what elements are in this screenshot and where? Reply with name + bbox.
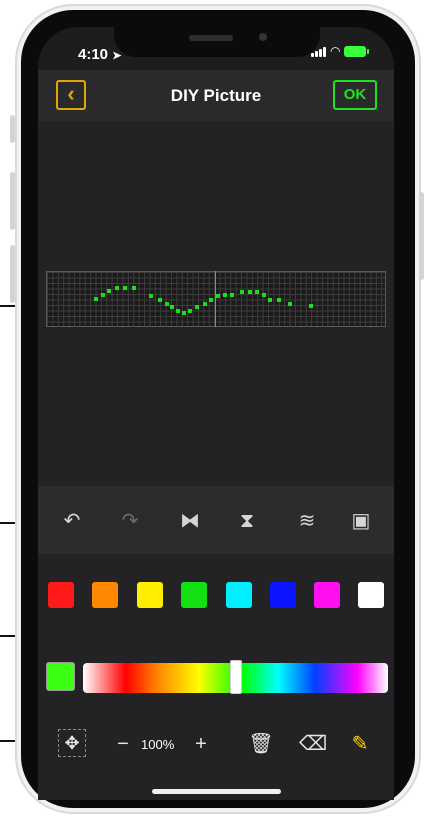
pixel-dot: [240, 290, 244, 294]
color-swatch[interactable]: [48, 582, 74, 608]
pixel-dot: [268, 298, 272, 302]
pixel-dot: [165, 302, 169, 306]
redo-icon: ↷: [121, 510, 139, 532]
pixel-dot: [255, 290, 259, 294]
page-title: DIY Picture: [170, 86, 262, 105]
grid-center-divider: [215, 271, 216, 327]
redo-button[interactable]: ↷: [117, 508, 143, 534]
pencil-icon: ✎: [351, 733, 369, 755]
location-arrow-icon: ➤: [112, 50, 122, 62]
pixel-dot: [115, 286, 119, 290]
pixel-dot: [188, 309, 192, 313]
pixel-dot: [195, 305, 199, 309]
pixel-dot: [182, 311, 186, 315]
color-swatch[interactable]: [226, 582, 252, 608]
color-swatch[interactable]: [358, 582, 384, 608]
phone-notch: [114, 25, 320, 57]
pixel-dot: [158, 298, 162, 302]
status-icons: ◠: [311, 44, 370, 58]
pixel-dot: [176, 309, 180, 313]
pixel-dot: [262, 293, 266, 297]
zoom-level: 100%: [141, 737, 175, 752]
undo-button[interactable]: ↶: [59, 508, 85, 534]
image-import-button[interactable]: ▣: [348, 508, 374, 534]
move-tool-button[interactable]: ✥: [58, 729, 86, 757]
phone-volume-up-button: [10, 172, 15, 230]
flip-horizontal-icon: ⧓: [180, 510, 200, 532]
delete-button[interactable]: 🗑: [248, 731, 274, 757]
color-swatch[interactable]: [137, 582, 163, 608]
color-swatch[interactable]: [92, 582, 118, 608]
pixel-dot: [123, 286, 127, 290]
pixel-dot: [216, 294, 220, 298]
layers-button[interactable]: ≋: [294, 508, 320, 534]
pixel-dot: [209, 298, 213, 302]
undo-icon: ↶: [63, 510, 81, 532]
image-import-icon: ▣: [351, 510, 371, 532]
trash-icon: 🗑: [248, 733, 274, 755]
hue-slider-thumb[interactable]: [229, 660, 242, 694]
wifi-icon: ◠: [330, 44, 341, 58]
zoom-in-button[interactable]: +: [188, 731, 214, 757]
pixel-dot: [107, 289, 111, 293]
ok-button[interactable]: OK: [333, 80, 377, 110]
pixel-dot: [203, 302, 207, 306]
battery-charging-icon: [344, 45, 370, 57]
phone-silent-switch: [10, 115, 15, 143]
pixel-dot: [149, 294, 153, 298]
pixel-dot: [94, 297, 98, 301]
pixel-dot: [309, 304, 313, 308]
cellular-signal-icon: [311, 46, 326, 57]
status-time: 4:10 ➤: [78, 46, 122, 63]
back-button[interactable]: ‹: [56, 80, 86, 110]
phone-power-button: [419, 192, 424, 280]
move-arrows-icon: ✥: [64, 733, 80, 753]
pixel-dot: [230, 293, 234, 297]
front-camera: [259, 33, 267, 41]
pixel-dot: [170, 305, 174, 309]
flip-vertical-button[interactable]: ⧗: [234, 508, 260, 534]
pixel-dot: [132, 286, 136, 290]
color-swatch[interactable]: [314, 582, 340, 608]
pencil-button[interactable]: ✎: [347, 731, 373, 757]
color-swatch[interactable]: [270, 582, 296, 608]
eraser-icon: ⌫: [299, 733, 328, 755]
zoom-out-button[interactable]: −: [110, 731, 136, 757]
phone-volume-down-button: [10, 245, 15, 303]
speaker-grille: [189, 35, 233, 41]
flip-horizontal-button[interactable]: ⧓: [177, 508, 203, 534]
current-color-swatch[interactable]: [46, 662, 75, 691]
edit-toolbar: [38, 486, 394, 554]
chevron-left-icon: ‹: [67, 81, 75, 106]
pixel-dot: [101, 293, 105, 297]
flip-vertical-icon: ⧗: [239, 510, 255, 532]
pixel-dot: [277, 298, 281, 302]
eraser-button[interactable]: ⌫: [299, 731, 328, 757]
home-indicator: [152, 789, 281, 794]
color-swatch[interactable]: [181, 582, 207, 608]
pixel-dot: [223, 293, 227, 297]
layers-icon: ≋: [298, 510, 316, 532]
pixel-dot: [248, 290, 252, 294]
pixel-dot: [288, 302, 292, 306]
